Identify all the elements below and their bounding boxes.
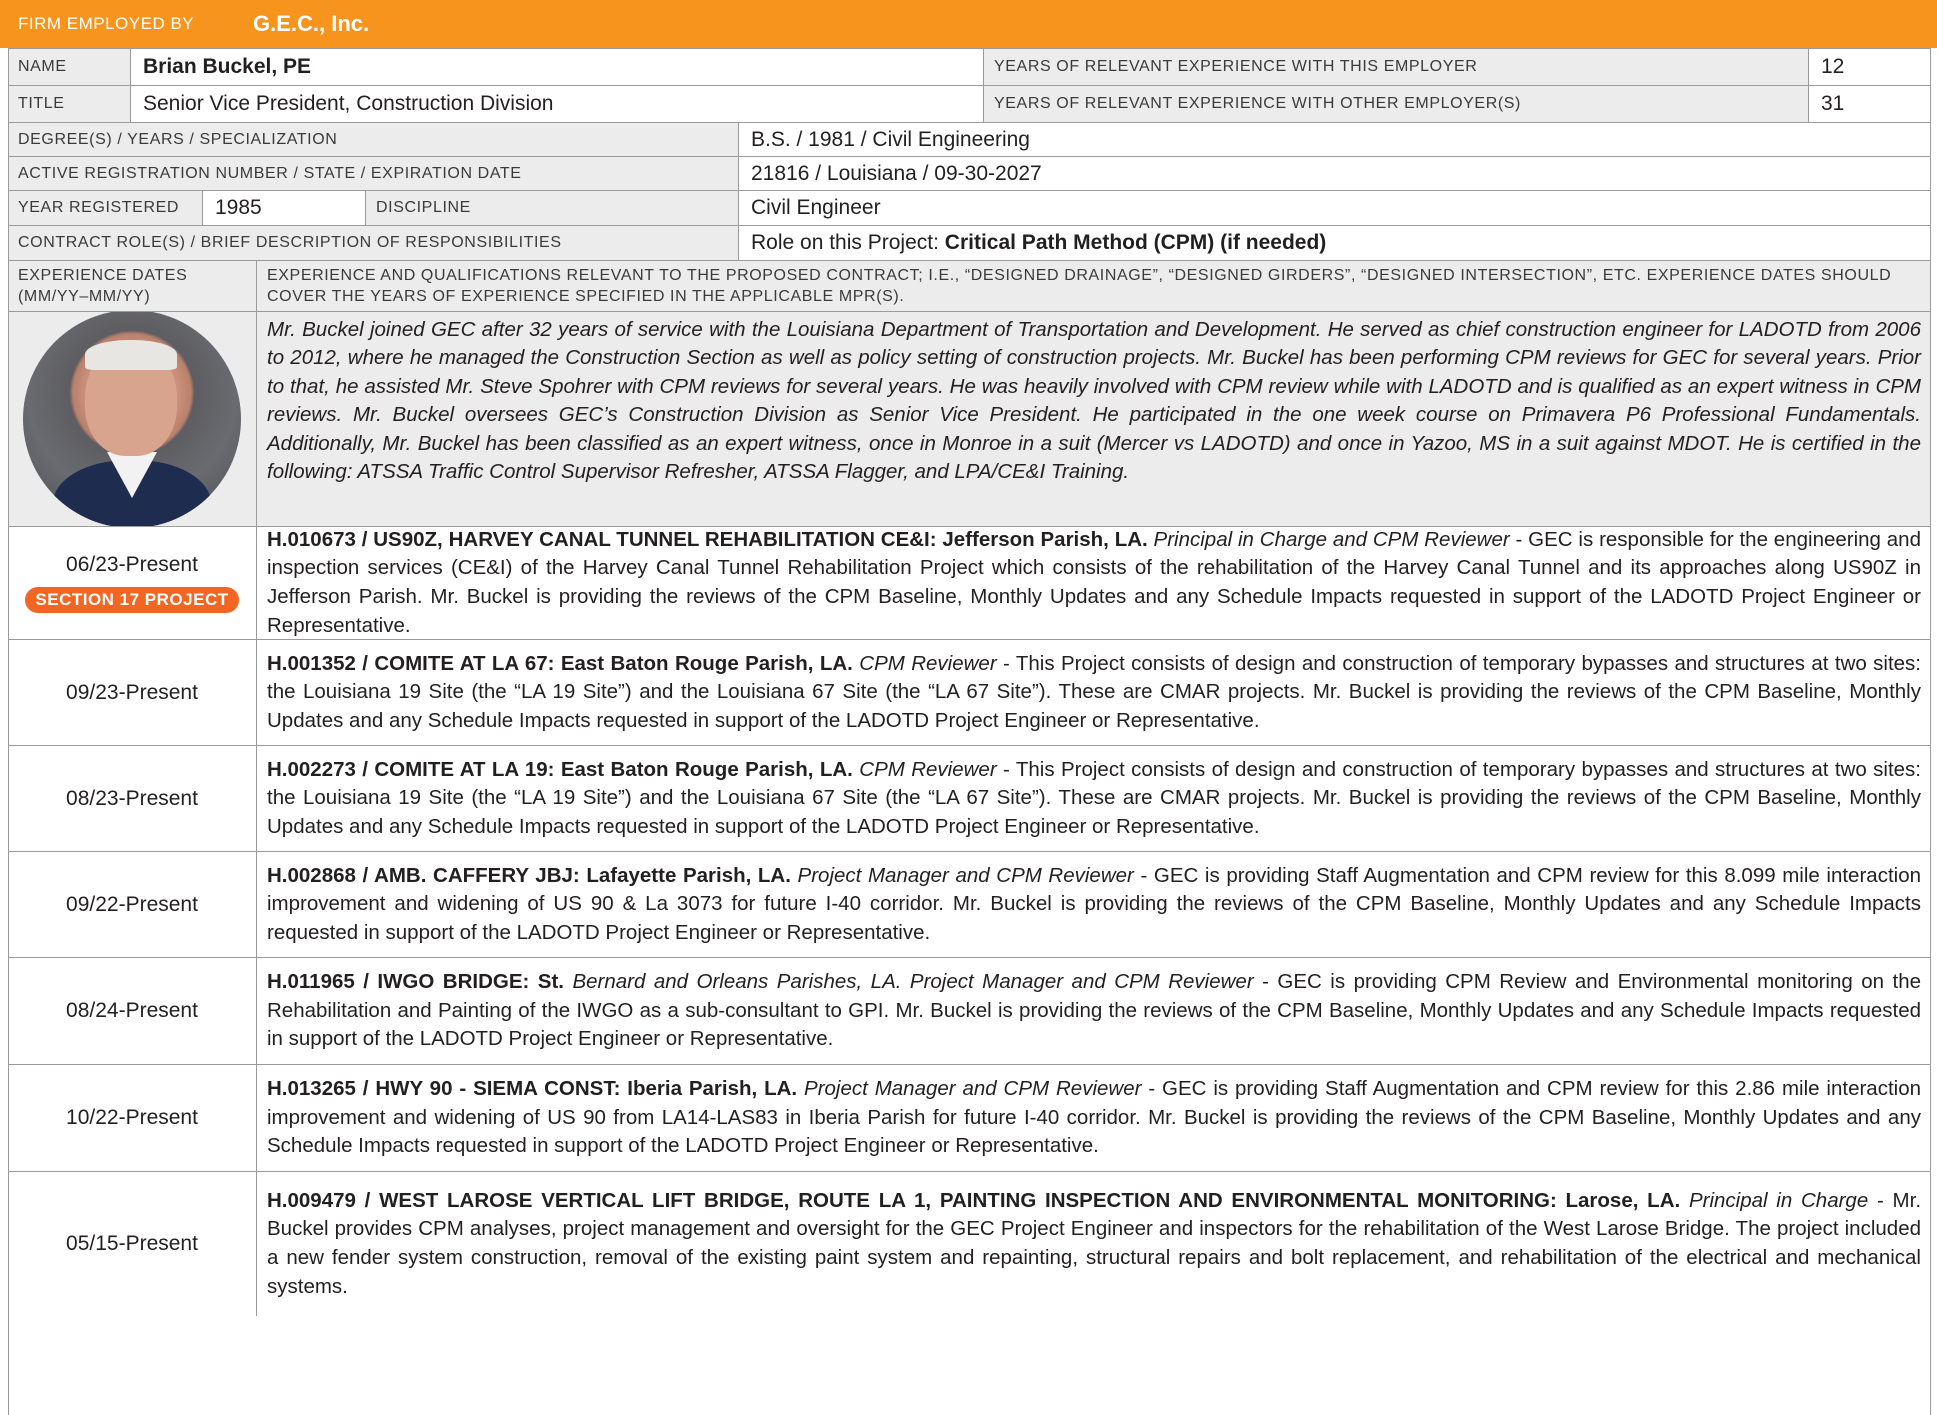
name-row: Name Brian Buckel, PE Years of Relevant …: [8, 48, 1931, 85]
year-registered-row: Year Registered 1985 Discipline Civil En…: [8, 190, 1931, 225]
title-value: Senior Vice President, Construction Divi…: [131, 86, 984, 122]
project-dates-cell: 08/23-Present: [8, 746, 257, 851]
project-dates-cell: 05/15-Present: [8, 1172, 257, 1316]
project-dates-cell: 08/24-Present: [8, 958, 257, 1064]
project-heading: H.001352 / COMITE AT LA 67: East Baton R…: [267, 651, 853, 675]
registration-value: 21816 / Louisiana / 09-30-2027: [739, 157, 1931, 190]
years-this-value: 12: [1809, 49, 1931, 85]
degree-label: Degree(s) / Years / Specialization: [8, 123, 739, 156]
project-dates: 06/23-Present: [66, 553, 198, 576]
project-dates-cell: 09/23-Present: [8, 640, 257, 745]
project-heading: H.002273 / COMITE AT LA 19: East Baton R…: [267, 757, 853, 781]
name-label: Name: [8, 49, 131, 85]
section-17-badge: SECTION 17 PROJECT: [25, 587, 239, 613]
firm-name: G.E.C., Inc.: [253, 11, 370, 36]
discipline-value: Civil Engineer: [739, 191, 1931, 225]
project-dates: 09/22-Present: [66, 892, 198, 916]
project-role: CPM Reviewer: [859, 651, 997, 675]
contract-role-label: Contract Role(s) / Brief Description of …: [8, 226, 739, 260]
years-this-label: Years of Relevant Experience With This E…: [984, 49, 1809, 85]
project-dates-cell: 06/23-Present SECTION 17 PROJECT: [8, 527, 257, 639]
project-heading: H.010673 / US90Z, HARVEY CANAL TUNNEL RE…: [267, 527, 1148, 551]
project-role: Bernard and Orleans Parishes, LA. Projec…: [572, 970, 1254, 994]
registration-row: Active Registration Number / State / Exp…: [8, 156, 1931, 190]
project-role: CPM Reviewer: [859, 757, 997, 781]
project-heading: H.009479 / WEST LAROSE VERTICAL LIFT BRI…: [267, 1188, 1681, 1212]
project-role: Principal in Charge: [1688, 1188, 1869, 1212]
project-description: H.009479 / WEST LAROSE VERTICAL LIFT BRI…: [257, 1172, 1931, 1316]
year-registered-label: Year Registered: [8, 191, 203, 225]
resume-sheet: Firm Employed by G.E.C., Inc. Name Brian…: [0, 0, 1937, 1415]
project-row: 09/23-Present H.001352 / COMITE AT LA 67…: [8, 639, 1931, 745]
contract-role-value: Role on this Project: Critical Path Meth…: [739, 226, 1931, 260]
experience-dates-header: Experience Dates (MM/YY–MM/YY): [8, 261, 257, 311]
years-other-value: 31: [1809, 86, 1931, 122]
project-description: H.002868 / AMB. CAFFERY JBJ: Lafayette P…: [257, 852, 1931, 957]
project-dates: 08/24-Present: [66, 999, 198, 1022]
headshot-cell: [8, 312, 257, 526]
avatar: [23, 312, 241, 526]
project-description: H.010673 / US90Z, HARVEY CANAL TUNNEL RE…: [257, 527, 1931, 639]
project-row: 10/22-Present H.013265 / HWY 90 - SIEMA …: [8, 1064, 1931, 1171]
project-row: 08/24-Present H.011965 / IWGO BRIDGE: St…: [8, 957, 1931, 1064]
project-heading: H.011965 / IWGO BRIDGE: St.: [267, 970, 564, 994]
title-row: Title Senior Vice President, Constructio…: [8, 85, 1931, 122]
project-heading: H.002868 / AMB. CAFFERY JBJ: Lafayette P…: [267, 863, 791, 887]
title-label: Title: [8, 86, 131, 122]
contract-role-text: Critical Path Method (CPM) (if needed): [944, 231, 1327, 254]
project-dates: 08/23-Present: [66, 786, 198, 810]
project-dates: 10/22-Present: [66, 1106, 198, 1129]
project-description: H.013265 / HWY 90 - SIEMA CONST: Iberia …: [257, 1065, 1931, 1171]
bio-text: Mr. Buckel joined GEC after 32 years of …: [257, 312, 1931, 526]
project-role: Principal in Charge and CPM Reviewer: [1153, 527, 1510, 551]
registration-label: Active Registration Number / State / Exp…: [8, 157, 739, 190]
project-dates-cell: 09/22-Present: [8, 852, 257, 957]
project-description: H.001352 / COMITE AT LA 67: East Baton R…: [257, 640, 1931, 745]
project-dates: 09/23-Present: [66, 680, 198, 704]
project-heading: H.013265 / HWY 90 - SIEMA CONST: Iberia …: [267, 1077, 798, 1101]
bio-row: Mr. Buckel joined GEC after 32 years of …: [8, 311, 1931, 526]
firm-label: Firm Employed by: [18, 14, 195, 33]
firm-header: Firm Employed by G.E.C., Inc.: [0, 0, 1937, 48]
name-value: Brian Buckel, PE: [131, 49, 984, 85]
project-row: 06/23-Present SECTION 17 PROJECT H.01067…: [8, 526, 1931, 639]
contract-role-row: Contract Role(s) / Brief Description of …: [8, 225, 1931, 260]
discipline-label: Discipline: [366, 191, 739, 225]
degree-row: Degree(s) / Years / Specialization B.S. …: [8, 122, 1931, 156]
project-row: 05/15-Present H.009479 / WEST LAROSE VER…: [8, 1171, 1931, 1316]
project-description: H.011965 / IWGO BRIDGE: St. Bernard and …: [257, 958, 1931, 1064]
project-row: 08/23-Present H.002273 / COMITE AT LA 19…: [8, 745, 1931, 851]
project-role: Project Manager and CPM Reviewer: [804, 1077, 1142, 1101]
project-dates: 05/15-Present: [66, 1232, 198, 1255]
experience-header-row: Experience Dates (MM/YY–MM/YY) Experienc…: [8, 260, 1931, 311]
project-description: H.002273 / COMITE AT LA 19: East Baton R…: [257, 746, 1931, 851]
degree-value: B.S. / 1981 / Civil Engineering: [739, 123, 1931, 156]
year-registered-value: 1985: [203, 191, 366, 225]
project-row: 09/22-Present H.002868 / AMB. CAFFERY JB…: [8, 851, 1931, 957]
contract-role-prefix: Role on this Project:: [751, 231, 939, 254]
project-role: Project Manager and CPM Reviewer: [797, 863, 1134, 887]
experience-description-header: Experience and Qualifications Relevant t…: [257, 261, 1931, 311]
years-other-label: Years of Relevant Experience With Other …: [984, 86, 1809, 122]
project-dates-cell: 10/22-Present: [8, 1065, 257, 1171]
